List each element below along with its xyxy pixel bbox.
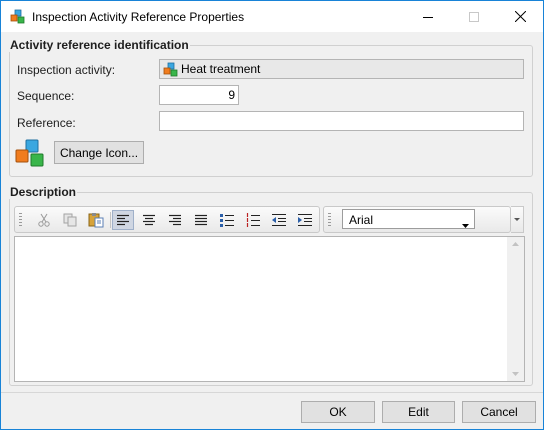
chevron-down-icon	[462, 217, 469, 231]
bullet-list-icon[interactable]	[216, 210, 238, 230]
format-toolbar	[14, 206, 320, 233]
scroll-down-icon	[512, 372, 519, 376]
reference-label: Reference:	[17, 116, 76, 130]
toolbar-overflow-button[interactable]	[511, 206, 524, 233]
font-select-value: Arial	[349, 213, 374, 227]
overflow-chevron-icon	[514, 218, 520, 221]
align-right-icon[interactable]	[164, 210, 186, 230]
numbered-list-icon[interactable]	[242, 210, 264, 230]
paste-icon[interactable]	[85, 210, 107, 230]
minimize-icon	[423, 16, 433, 18]
sequence-label: Sequence:	[17, 89, 75, 103]
inspection-activity-value: Heat treatment	[181, 62, 261, 76]
reference-field[interactable]	[159, 111, 524, 131]
font-select[interactable]: Arial	[342, 209, 475, 229]
cubes-icon	[10, 9, 26, 25]
activity-icon-preview	[14, 139, 48, 172]
maximize-icon	[469, 11, 479, 22]
indent-icon[interactable]	[294, 210, 316, 230]
toolbar-grip[interactable]	[19, 213, 22, 227]
inspection-activity-field: Heat treatment	[159, 59, 524, 79]
close-button[interactable]	[497, 1, 543, 32]
title-bar[interactable]: Inspection Activity Reference Properties	[1, 1, 543, 32]
scroll-up-icon	[512, 242, 519, 246]
cut-icon[interactable]	[33, 210, 55, 230]
sequence-value: 9	[228, 88, 235, 102]
close-icon	[514, 11, 526, 22]
sequence-field[interactable]: 9	[159, 85, 239, 105]
identification-group-title: Activity reference identification	[9, 38, 190, 52]
change-icon-button[interactable]: Change Icon...	[54, 141, 144, 164]
align-left-icon[interactable]	[112, 210, 134, 230]
footer-divider	[1, 392, 543, 393]
inspection-activity-label: Inspection activity:	[17, 63, 116, 77]
cancel-button[interactable]: Cancel	[462, 401, 536, 423]
description-group-title: Description	[9, 185, 78, 199]
copy-icon[interactable]	[59, 210, 81, 230]
window-title: Inspection Activity Reference Properties	[32, 10, 245, 24]
align-center-icon[interactable]	[138, 210, 160, 230]
toolbar-separator	[110, 212, 111, 228]
activity-cubes-icon	[163, 62, 179, 81]
ok-button[interactable]: OK	[301, 401, 375, 423]
edit-button[interactable]: Edit	[382, 401, 455, 423]
minimize-button[interactable]	[405, 1, 451, 32]
font-toolbar-grip[interactable]	[328, 213, 331, 227]
outdent-icon[interactable]	[268, 210, 290, 230]
vertical-scrollbar[interactable]	[507, 237, 524, 381]
justify-icon[interactable]	[190, 210, 212, 230]
dialog-window: Inspection Activity Reference Properties…	[0, 0, 544, 430]
maximize-button	[451, 1, 497, 32]
description-editor[interactable]	[14, 236, 525, 382]
